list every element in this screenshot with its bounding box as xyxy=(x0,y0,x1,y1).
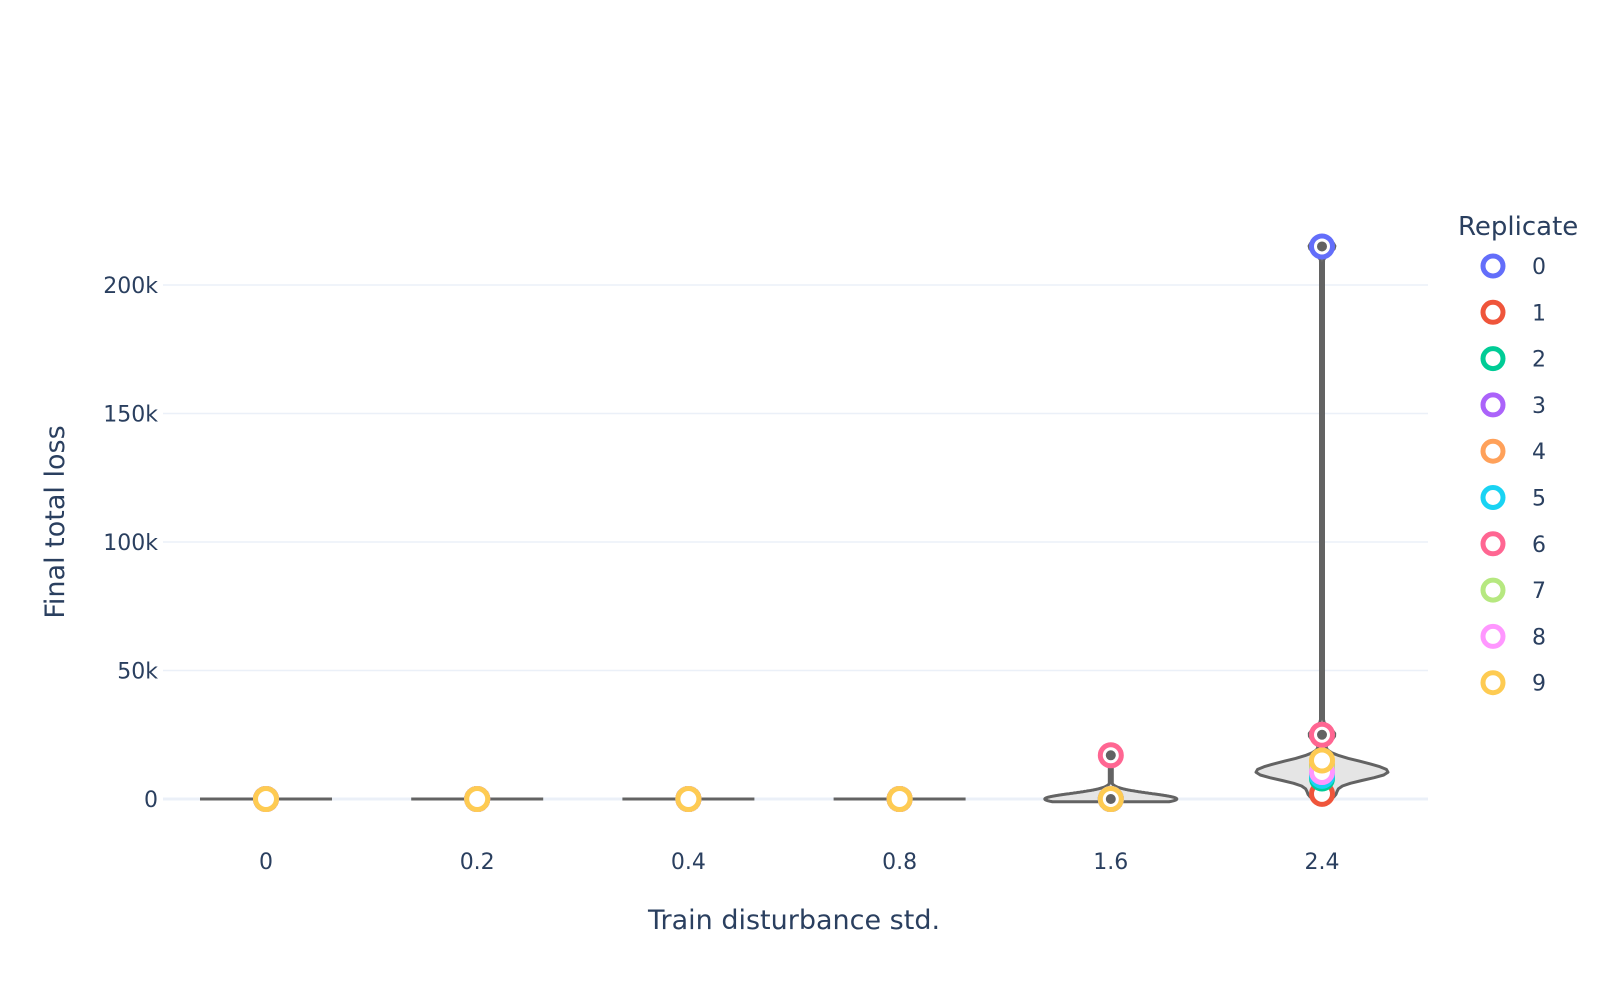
legend-label: 6 xyxy=(1532,533,1546,558)
legend-item-9[interactable]: 9 xyxy=(1480,670,1546,697)
x-tick-label: 2.4 xyxy=(1305,850,1340,875)
legend-label: 1 xyxy=(1532,301,1546,326)
y-tick-label: 50k xyxy=(117,660,158,685)
point-replicate-9-0[interactable] xyxy=(253,786,279,812)
legend-item-0[interactable]: 0 xyxy=(1480,253,1546,280)
legend-label: 2 xyxy=(1532,348,1546,373)
legend-label: 5 xyxy=(1532,487,1546,512)
legend-title: Replicate xyxy=(1458,212,1578,242)
legend-item-3[interactable]: 3 xyxy=(1480,392,1546,419)
gridlines xyxy=(163,284,1428,801)
x-tick-label: 0.2 xyxy=(460,850,495,875)
legend-label: 7 xyxy=(1532,579,1546,604)
data-points xyxy=(253,233,1335,812)
point-replicate-9-0.4[interactable] xyxy=(675,786,702,812)
legend-label: 9 xyxy=(1532,672,1546,697)
legend-label: 4 xyxy=(1532,440,1546,465)
legend-item-1[interactable]: 1 xyxy=(1480,299,1546,326)
marker-1.6 xyxy=(1105,750,1116,761)
y-tick-label: 150k xyxy=(103,403,158,428)
x-axis-title: Train disturbance std. xyxy=(647,905,940,936)
legend-label: 3 xyxy=(1532,394,1546,419)
legend-marker xyxy=(1480,531,1506,557)
legend-item-4[interactable]: 4 xyxy=(1480,438,1546,465)
marker-2.4 xyxy=(1317,241,1327,252)
y-tick-label: 0 xyxy=(144,788,158,813)
violin-2.4 xyxy=(1254,241,1390,799)
y-tick-label: 100k xyxy=(103,531,158,556)
legend-marker xyxy=(1480,670,1506,696)
point-replicate-9-0.8[interactable] xyxy=(886,786,913,812)
legend-marker xyxy=(1480,346,1506,372)
x-axis-ticks: 0 0.2 0.4 0.8 1.6 2.4 xyxy=(259,850,1340,875)
legend-item-6[interactable]: 6 xyxy=(1480,531,1546,558)
x-tick-label: 1.6 xyxy=(1093,850,1128,875)
violins xyxy=(200,241,1390,804)
x-tick-label: 0.8 xyxy=(882,850,917,875)
marker-1.6 xyxy=(1105,794,1116,804)
x-tick-label: 0 xyxy=(259,850,273,875)
legend-label: 8 xyxy=(1532,625,1546,650)
legend-item-5[interactable]: 5 xyxy=(1480,485,1546,512)
violin-chart: 0 50k 100k 150k 200k 0 0.2 0.4 0.8 1.6 2.4 Train … xyxy=(40,212,1578,936)
legend-label: 0 xyxy=(1532,255,1546,280)
y-tick-label: 200k xyxy=(103,274,158,299)
legend-item-8[interactable]: 8 xyxy=(1480,623,1546,650)
legend-marker xyxy=(1480,438,1506,464)
marker-2.4 xyxy=(1317,729,1327,740)
legend-marker xyxy=(1480,623,1506,649)
y-axis-title: Final total loss xyxy=(40,425,71,618)
legend-marker xyxy=(1480,299,1506,325)
y-axis-ticks: 0 50k 100k 150k 200k xyxy=(103,274,158,813)
point-replicate-9-2.4[interactable] xyxy=(1309,747,1335,774)
legend-marker xyxy=(1480,577,1506,603)
legend[interactable]: Replicate 0 1 2 3 4 5 6 7 8 9 xyxy=(1458,212,1578,697)
legend-marker xyxy=(1480,253,1506,279)
legend-item-7[interactable]: 7 xyxy=(1480,577,1546,604)
legend-item-2[interactable]: 2 xyxy=(1480,346,1546,373)
legend-marker xyxy=(1480,485,1506,510)
x-tick-label: 0.4 xyxy=(671,850,706,875)
legend-marker xyxy=(1480,392,1506,418)
point-replicate-9-0.2[interactable] xyxy=(464,786,491,812)
